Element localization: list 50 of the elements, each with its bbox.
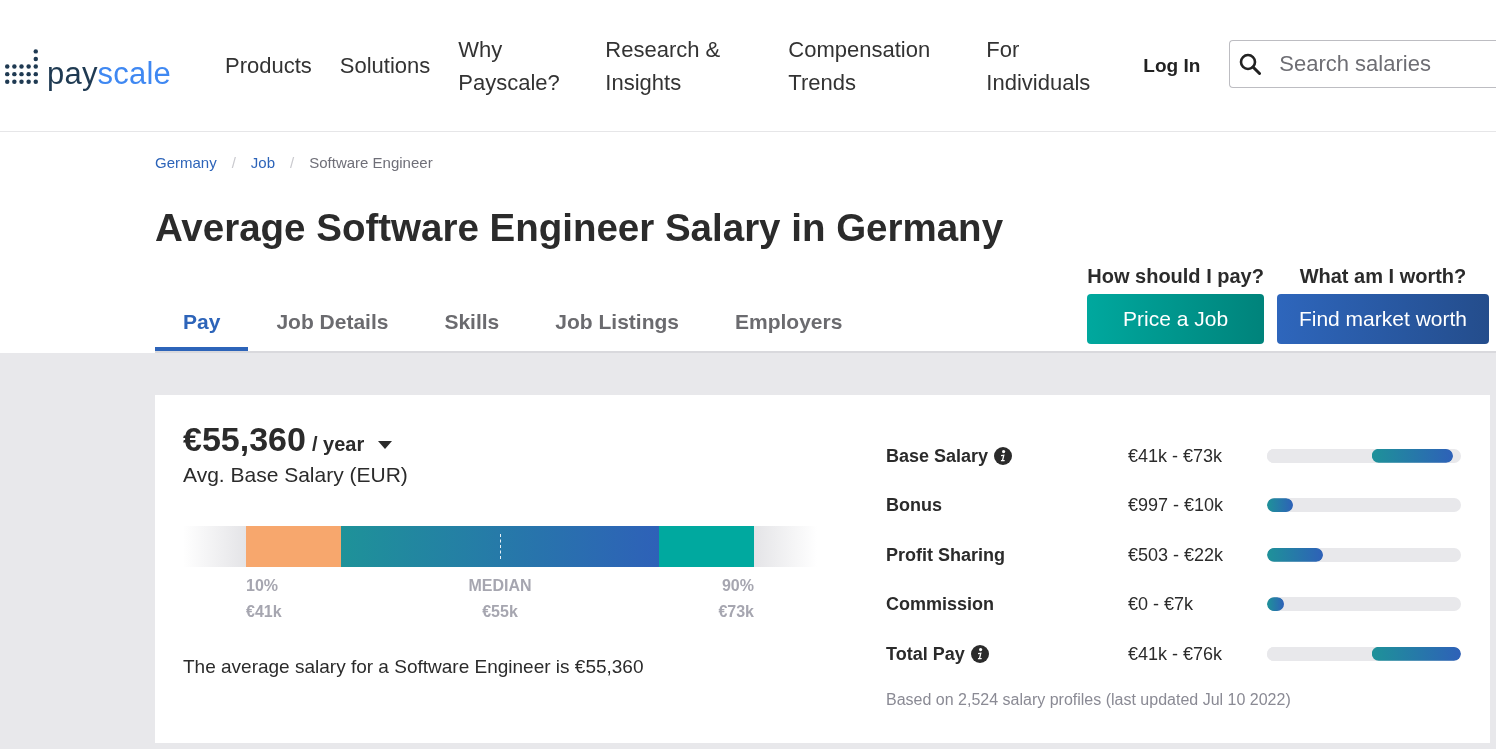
search-icon [1239, 52, 1262, 75]
log-in-link[interactable]: Log In [1143, 54, 1201, 77]
pay-type-label: Total Pay [886, 642, 965, 666]
percentile-value: €73k [718, 602, 754, 622]
pay-range: €0 - €7k [1128, 593, 1195, 617]
price-job-button[interactable]: Price a Job [1087, 294, 1264, 344]
cta-question: What am I worth? [1298, 264, 1468, 288]
info-icon[interactable] [970, 644, 989, 663]
breadcrumb-current: Software Engineer [309, 153, 433, 173]
pay-range: €997 - €10k [1128, 494, 1225, 518]
pay-type-label: Profit Sharing [886, 543, 1005, 567]
percentile-label: 10% [246, 576, 279, 596]
breadcrumb-link[interactable]: Job [250, 153, 276, 173]
pay-range: €503 - €22k [1128, 543, 1225, 567]
nav-link[interactable]: For Individuals [986, 32, 1097, 99]
pay-range: €41k - €73k [1128, 444, 1224, 468]
salary-caption: Avg. Base Salary (EUR) [183, 462, 409, 488]
breadcrumb-separator: / [290, 153, 295, 173]
cta-question: How should I pay? [1087, 264, 1264, 288]
salary-amount: €55,360 [183, 419, 306, 460]
period-dropdown[interactable]: / year [305, 430, 393, 458]
info-icon[interactable] [994, 446, 1013, 465]
median-marker [500, 534, 501, 559]
pay-range: €41k - €76k [1128, 642, 1224, 666]
logo-text[interactable]: payscale [47, 57, 171, 90]
nav-link[interactable]: Solutions [339, 49, 431, 82]
page-title: Average Software Engineer Salary in Germany [155, 205, 1005, 251]
percentile-label: 90% [721, 576, 754, 596]
tab[interactable]: Employers [707, 299, 871, 351]
pay-type-label: Bonus [886, 494, 942, 518]
tab[interactable]: Job Details [248, 299, 417, 351]
percentile-value: €41k [246, 602, 282, 622]
nav-link[interactable]: Why Payscale? [458, 32, 569, 99]
data-footnote: Based on 2,524 salary profiles (last updated Jul 10 2022) [886, 689, 1292, 710]
pay-type-label: Commission [886, 593, 995, 617]
pay-type-label: Base Salary [886, 444, 989, 468]
dot-grid-icon[interactable] [5, 46, 38, 87]
search-field[interactable]: Search salaries [1229, 39, 1496, 88]
market-worth-button[interactable]: Find market worth [1276, 294, 1489, 344]
percentile-value: €55k [482, 602, 518, 622]
tab[interactable]: Job Listings [527, 299, 707, 351]
salary-summary: The average salary for a Software Engineer is €55,360 [183, 655, 645, 679]
caret-icon [378, 441, 393, 449]
nav-link[interactable]: Compensation Trends [788, 32, 939, 99]
tab[interactable]: Skills [416, 299, 528, 351]
percentile-label: MEDIAN [468, 576, 532, 596]
nav-link[interactable]: Research & Insights [605, 32, 726, 99]
breadcrumb-link[interactable]: Germany [155, 153, 217, 173]
breadcrumb-separator: / [231, 153, 236, 173]
nav-link[interactable]: Products [224, 49, 312, 82]
